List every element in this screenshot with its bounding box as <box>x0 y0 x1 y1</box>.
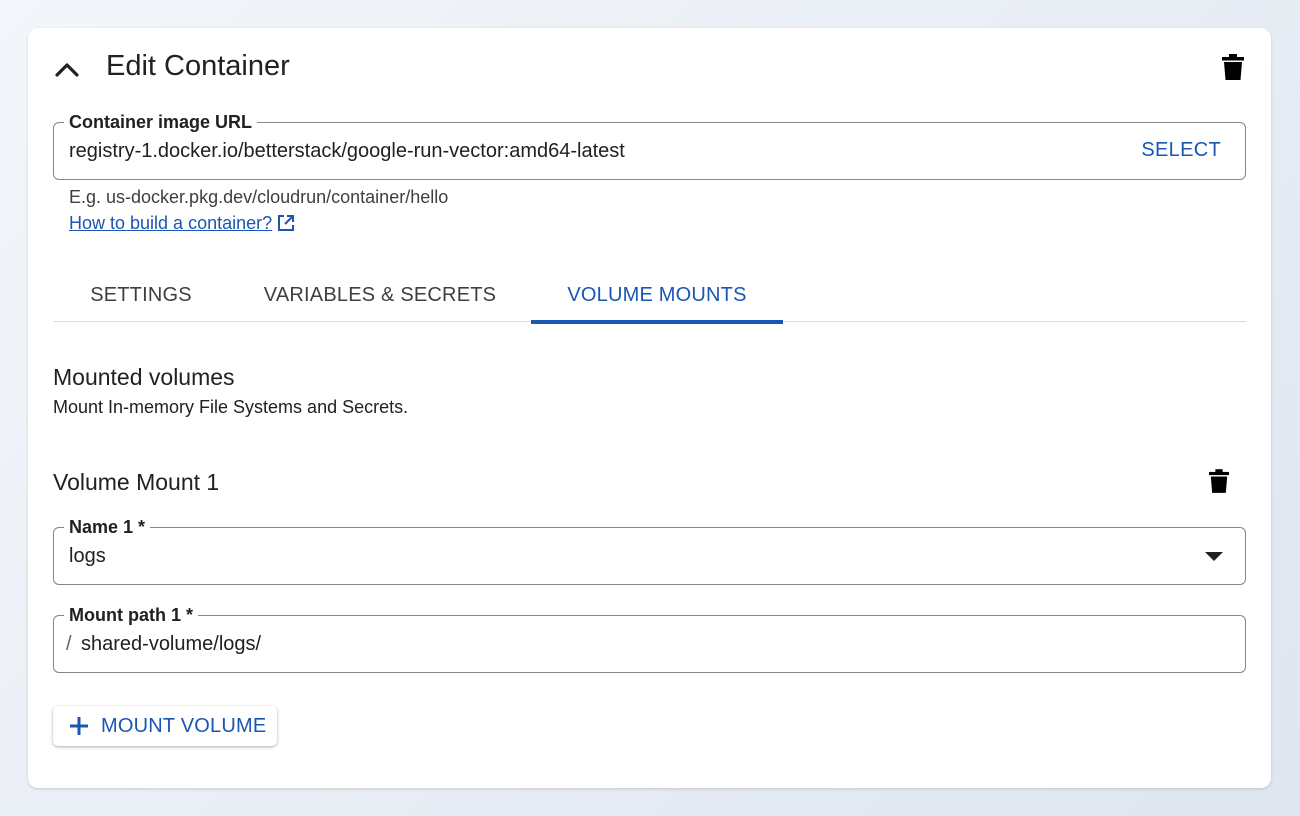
container-tabs: SETTINGS VARIABLES & SECRETS VOLUME MOUN… <box>53 268 1246 324</box>
delete-volume-mount-button[interactable] <box>1204 466 1234 496</box>
volume-name-label: Name 1 * <box>64 516 151 538</box>
container-image-url-value[interactable]: registry-1.docker.io/betterstack/google-… <box>69 139 625 163</box>
tab-settings[interactable]: SETTINGS <box>53 268 229 322</box>
tab-variables-secrets[interactable]: VARIABLES & SECRETS <box>229 268 531 322</box>
delete-container-button[interactable] <box>1218 52 1248 82</box>
how-to-build-link[interactable]: How to build a container? <box>69 212 295 234</box>
trash-icon <box>1209 469 1229 493</box>
volume-name-select[interactable]: Name 1 * logs <box>53 516 1246 585</box>
mount-path-prefix: / <box>66 633 72 655</box>
mount-path-field[interactable]: Mount path 1 * / shared-volume/logs/ <box>53 604 1246 673</box>
mounted-volumes-description: Mount In-memory File Systems and Secrets… <box>53 397 409 417</box>
volume-name-value[interactable]: logs <box>69 544 106 568</box>
mount-volume-button[interactable]: MOUNT VOLUME <box>53 706 277 746</box>
open-in-new-icon <box>278 215 295 231</box>
image-url-hint: E.g. us-docker.pkg.dev/cloudrun/containe… <box>69 187 449 207</box>
edit-container-card: Edit Container Container image URL regis… <box>28 28 1271 788</box>
trash-icon <box>1222 54 1244 80</box>
collapse-button[interactable] <box>50 52 84 86</box>
select-image-button[interactable]: SELECT <box>1141 138 1221 162</box>
container-image-url-field[interactable]: Container image URL registry-1.docker.io… <box>53 111 1246 180</box>
card-header: Edit Container <box>28 28 1271 108</box>
mount-path-value[interactable]: shared-volume/logs/ <box>81 632 261 656</box>
plus-icon <box>70 717 88 735</box>
mount-path-label: Mount path 1 * <box>64 604 198 626</box>
tab-volume-mounts[interactable]: VOLUME MOUNTS <box>531 268 783 324</box>
page-title: Edit Container <box>106 50 290 82</box>
mount-volume-label: MOUNT VOLUME <box>101 715 267 737</box>
mounted-volumes-title: Mounted volumes <box>53 364 235 390</box>
container-image-url-label: Container image URL <box>64 111 258 133</box>
how-to-build-link-text[interactable]: How to build a container? <box>69 212 272 234</box>
volume-mount-title: Volume Mount 1 <box>53 469 220 495</box>
dropdown-arrow-icon[interactable] <box>1205 550 1223 562</box>
chevron-up-icon <box>55 63 79 77</box>
